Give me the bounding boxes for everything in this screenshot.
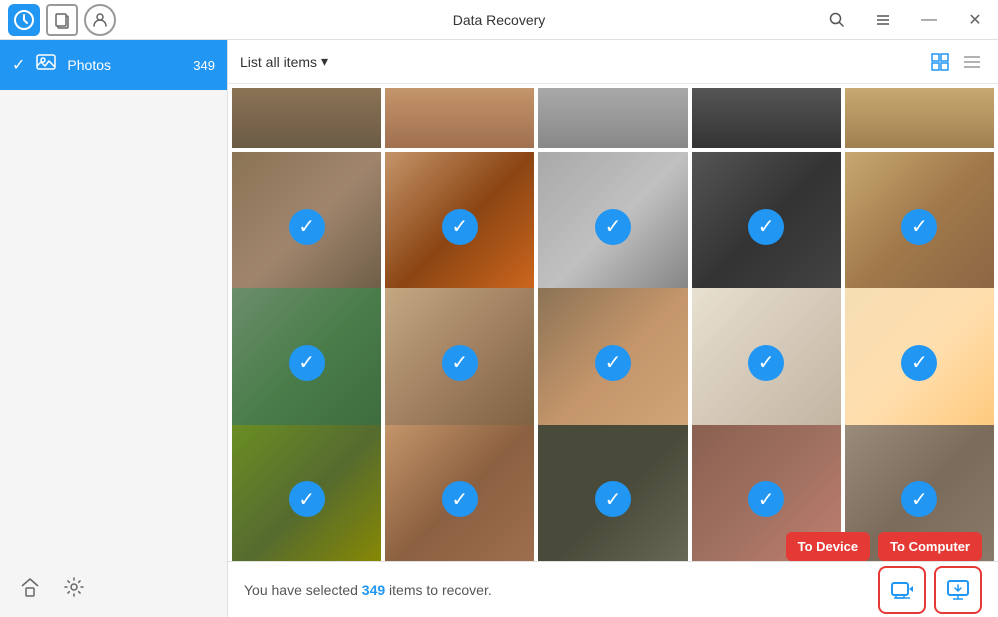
list-all-button[interactable]: List all items ▾ — [240, 53, 328, 70]
photo-item-10[interactable]: ✓ — [845, 288, 994, 437]
check-badge-2: ✓ — [442, 209, 478, 245]
photo-item-2[interactable]: ✓ — [385, 152, 534, 301]
check-icon: ✓ — [12, 55, 25, 75]
close-button[interactable]: ✕ — [952, 0, 998, 40]
window-controls: — ✕ — [814, 0, 998, 40]
content-area: List all items ▾ — [228, 40, 998, 617]
home-button[interactable] — [12, 569, 48, 605]
photo-item-12[interactable]: ✓ — [385, 425, 534, 561]
bottom-actions — [878, 566, 982, 614]
status-text: You have selected 349 items to recover. — [244, 582, 492, 598]
app-title: Data Recovery — [453, 12, 546, 28]
check-badge-12: ✓ — [442, 481, 478, 517]
titlebar: Data Recovery — ✕ — [0, 0, 998, 40]
photos-icon — [35, 51, 57, 79]
check-badge-14: ✓ — [748, 481, 784, 517]
photo-item-4[interactable]: ✓ — [692, 152, 841, 301]
photo-item-9[interactable]: ✓ — [692, 288, 841, 437]
photo-item-5[interactable]: ✓ — [845, 152, 994, 301]
photo-item-3[interactable]: ✓ — [538, 152, 687, 301]
settings-button[interactable] — [56, 569, 92, 605]
grid-view-button[interactable] — [926, 48, 954, 76]
person-icon[interactable] — [84, 4, 116, 36]
content-toolbar: List all items ▾ — [228, 40, 998, 84]
photo-item-6[interactable]: ✓ — [232, 288, 381, 437]
check-badge-8: ✓ — [595, 345, 631, 381]
photo-partial-4[interactable] — [692, 88, 841, 148]
photo-partial-2[interactable] — [385, 88, 534, 148]
view-toggle — [926, 48, 986, 76]
photo-item-14[interactable]: ✓ — [692, 425, 841, 561]
status-suffix: items to recover. — [385, 582, 492, 598]
sidebar-footer — [0, 557, 227, 617]
check-badge-11: ✓ — [289, 481, 325, 517]
photo-item-1[interactable]: ✓ — [232, 152, 381, 301]
search-button[interactable] — [814, 0, 860, 40]
dropdown-icon: ▾ — [321, 53, 328, 70]
photo-partial-1[interactable] — [232, 88, 381, 148]
copy-icon[interactable] — [46, 4, 78, 36]
status-prefix: You have selected — [244, 582, 362, 598]
to-device-button[interactable] — [878, 566, 926, 614]
sidebar-item-photos[interactable]: ✓ Photos 349 — [0, 40, 227, 90]
check-badge-13: ✓ — [595, 481, 631, 517]
photo-partial-5[interactable] — [845, 88, 994, 148]
main-area: ✓ Photos 349 — [0, 40, 998, 617]
photo-item-15[interactable]: ✓ — [845, 425, 994, 561]
photo-item-13[interactable]: ✓ — [538, 425, 687, 561]
menu-button[interactable] — [860, 0, 906, 40]
check-badge-4: ✓ — [748, 209, 784, 245]
to-computer-button[interactable] — [934, 566, 982, 614]
check-badge-5: ✓ — [901, 209, 937, 245]
photo-item-11[interactable]: ✓ — [232, 425, 381, 561]
partial-photo-row — [228, 84, 998, 148]
sidebar-photos-count: 349 — [193, 58, 215, 73]
check-badge-15: ✓ — [901, 481, 937, 517]
list-all-label: List all items — [240, 54, 317, 70]
check-badge-9: ✓ — [748, 345, 784, 381]
check-badge-10: ✓ — [901, 345, 937, 381]
photo-grid: ✓ ✓ ✓ ✓ ✓ ✓ ✓ ✓ ✓ — [228, 148, 998, 561]
check-badge-1: ✓ — [289, 209, 325, 245]
check-badge-7: ✓ — [442, 345, 478, 381]
photo-item-8[interactable]: ✓ — [538, 288, 687, 437]
check-badge-3: ✓ — [595, 209, 631, 245]
sidebar-photos-label: Photos — [67, 57, 183, 73]
photo-item-7[interactable]: ✓ — [385, 288, 534, 437]
photo-partial-3[interactable] — [538, 88, 687, 148]
app-logo-icon — [8, 4, 40, 36]
sidebar: ✓ Photos 349 — [0, 40, 228, 617]
bottom-bar: You have selected 349 items to recover. — [228, 561, 998, 617]
selected-count: 349 — [362, 582, 385, 598]
minimize-button[interactable]: — — [906, 0, 952, 40]
check-badge-6: ✓ — [289, 345, 325, 381]
list-view-button[interactable] — [958, 48, 986, 76]
titlebar-left — [0, 4, 116, 36]
